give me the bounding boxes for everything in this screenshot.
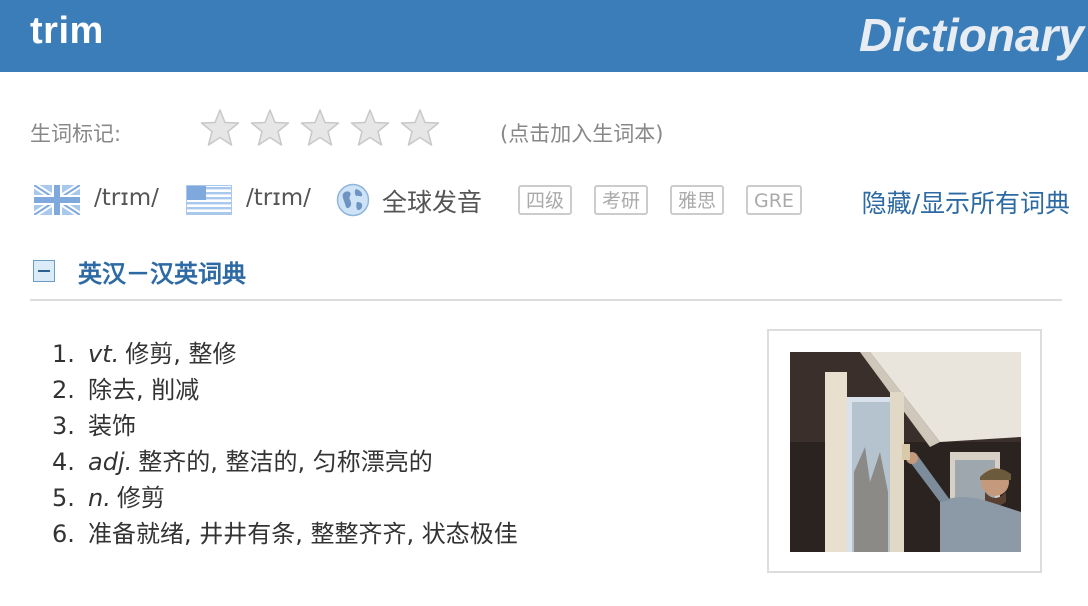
part-of-speech: vt. [88, 340, 120, 368]
tag-cet4: 四级 [518, 185, 573, 215]
definition-text: 整齐的, 整洁的, 匀称漂亮的 [138, 448, 433, 476]
star-icon[interactable] [350, 108, 390, 148]
collapse-icon[interactable] [33, 260, 55, 282]
definition-number: 2. [52, 376, 75, 404]
section-title[interactable]: 英汉－汉英词典 [78, 254, 246, 289]
part-of-speech: n. [88, 484, 111, 512]
illustration-frame [767, 329, 1042, 573]
tag-ielts: 雅思 [670, 185, 725, 215]
wordbook-label: 生词标记: [30, 122, 122, 146]
wordbook-row: 生词标记: (点击加入生词本) [30, 108, 1070, 152]
definition-item: 4. adj. 整齐的, 整洁的, 匀称漂亮的 [52, 444, 518, 480]
definition-text: 装饰 [88, 412, 136, 440]
header-bar: trim Dictionary [0, 0, 1088, 72]
definition-item: 2. 除去, 削减 [52, 372, 518, 408]
definition-number: 1. [52, 340, 75, 368]
global-pronunciation-label[interactable]: 全球发音 [382, 183, 482, 219]
definition-number: 5. [52, 484, 75, 512]
uk-phonetic: /trɪm/ [94, 185, 159, 211]
toggle-all-dictionaries-link[interactable]: 隐藏/显示所有词典 [862, 184, 1070, 220]
star-rating [200, 108, 440, 148]
uk-flag-icon[interactable] [34, 185, 80, 215]
illustration-photo[interactable] [790, 352, 1021, 552]
definition-number: 6. [52, 520, 75, 548]
wordbook-hint[interactable]: (点击加入生词本) [500, 118, 663, 148]
pronunciation-row: /trɪm/ /trɪm/ 全球发音 四级 考研 雅思 GRE 隐藏/显示所有词… [30, 180, 1070, 224]
definition-text: 准备就绪, 井井有条, 整整齐齐, 状态极佳 [88, 520, 518, 548]
definition-text: 修剪 [116, 484, 165, 512]
definition-item: 3. 装饰 [52, 408, 518, 444]
star-icon[interactable] [200, 108, 240, 148]
tag-kaoyan: 考研 [594, 185, 649, 215]
definition-text: 修剪, 整修 [125, 340, 237, 368]
definition-item: 6. 准备就绪, 井井有条, 整整齐齐, 状态极佳 [52, 516, 518, 552]
definition-number: 3. [52, 412, 75, 440]
star-icon[interactable] [250, 108, 290, 148]
us-phonetic: /trɪm/ [246, 185, 311, 211]
brand-title: Dictionary [859, 9, 1084, 61]
dictionary-section-header: 英汉－汉英词典 [30, 253, 1062, 301]
definition-item: 5. n. 修剪 [52, 480, 518, 516]
tag-gre: GRE [746, 185, 802, 215]
part-of-speech: adj. [88, 448, 133, 476]
definition-item: 1. vt. 修剪, 整修 [52, 336, 518, 372]
headword: trim [30, 10, 104, 52]
globe-icon[interactable] [336, 183, 370, 217]
us-flag-icon[interactable] [186, 185, 232, 215]
star-icon[interactable] [300, 108, 340, 148]
definition-text: 除去, 削减 [88, 376, 200, 404]
definition-list: 1. vt. 修剪, 整修 2. 除去, 削减 3. 装饰 4. adj. 整齐的, 整洁的, 匀… [52, 336, 518, 552]
definition-number: 4. [52, 448, 75, 476]
star-icon[interactable] [400, 108, 440, 148]
